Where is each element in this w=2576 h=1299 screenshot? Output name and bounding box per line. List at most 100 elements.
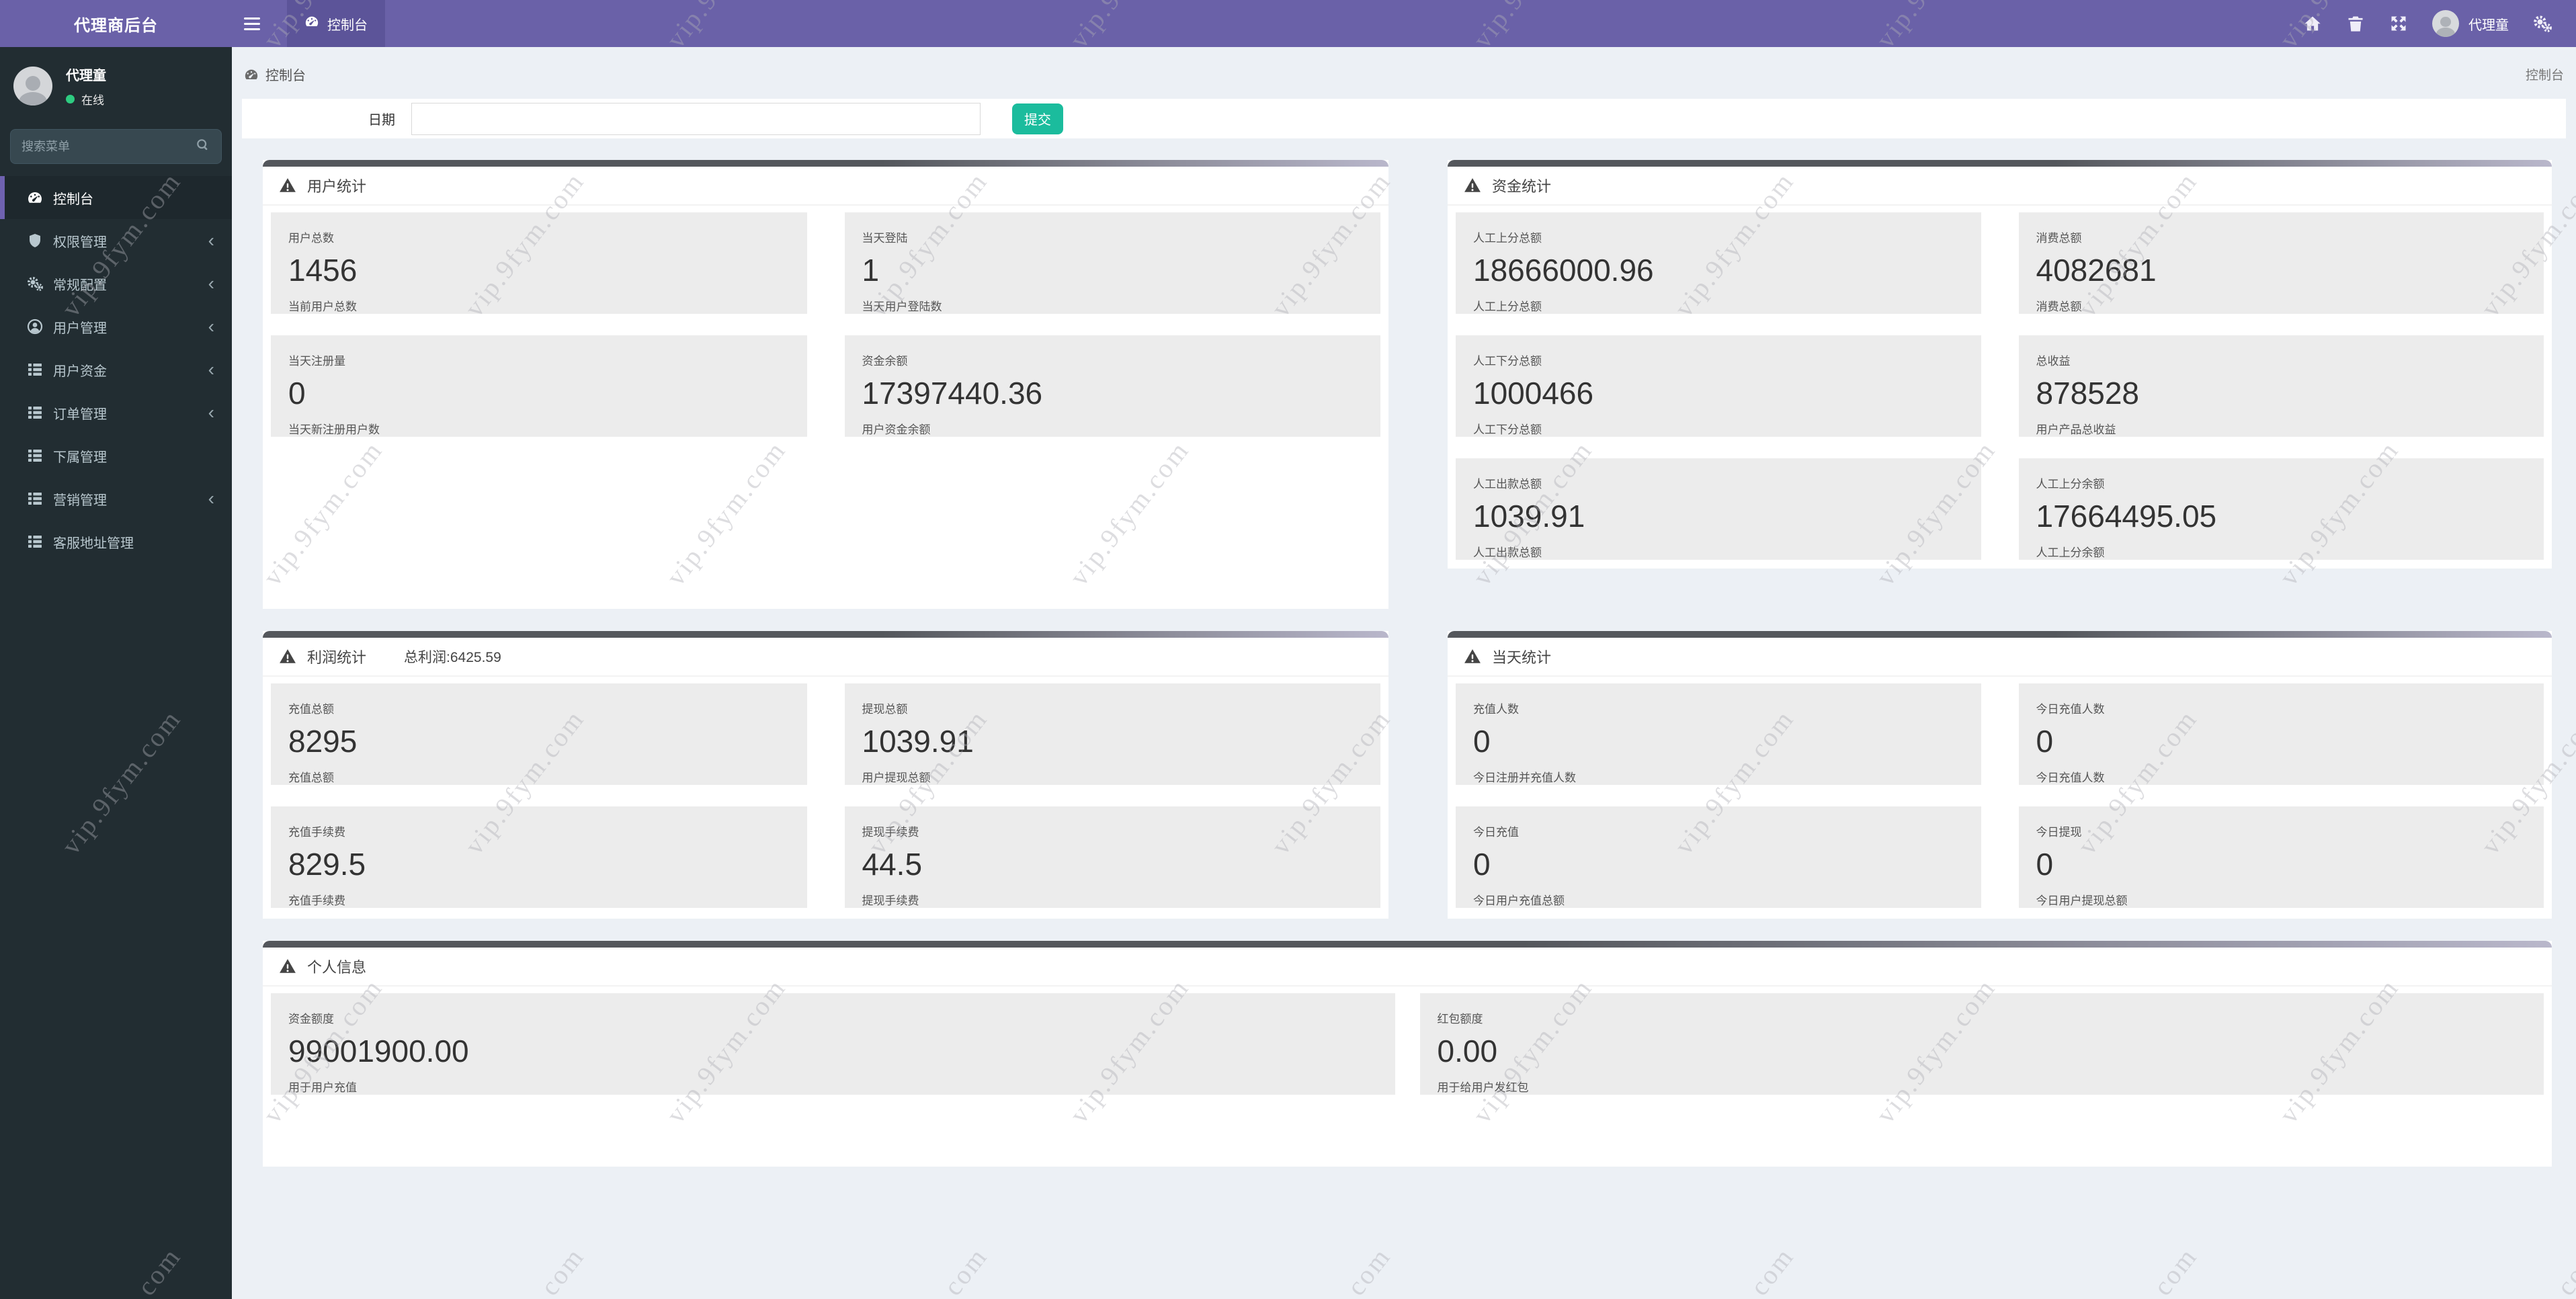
sidebar-user-panel: 代理童 在线	[0, 47, 232, 120]
home-icon	[2304, 16, 2321, 31]
sidebar-item-dashboard[interactable]: 控制台	[0, 176, 232, 219]
stat-card: 用户总数 1456 当前用户总数	[271, 212, 807, 314]
sidebar-item-label: 订单管理	[53, 407, 107, 422]
stat-card-sublabel: 用于用户充值	[288, 1081, 357, 1094]
sidebar-item-label: 用户资金	[53, 364, 107, 379]
stat-card-label: 资金额度	[288, 1013, 334, 1025]
stat-card: 人工上分总额 18666000.96 人工上分总额	[1456, 212, 1981, 314]
panel-profit-stats: 利润统计 总利润:6425.59 充值总额 8295 充值总额 提现总额 1039.91…	[263, 631, 1388, 919]
stat-card: 今日充值 0 今日用户充值总额	[1456, 806, 1981, 908]
stat-card-sublabel: 当前用户总数	[288, 300, 357, 313]
panel-title: 当天统计	[1492, 649, 1552, 666]
shield-icon	[26, 232, 44, 249]
sidebar-item-permissions[interactable]: 权限管理 ‹	[0, 219, 232, 262]
stat-card-sublabel: 今日用户提现总额	[2036, 894, 2128, 907]
stat-card: 资金额度 99001900.00 用于用户充值	[271, 993, 1395, 1095]
sidebar-menu: 控制台 权限管理 ‹ 常规配置 ‹ 用户管理 ‹ 用户资金 ‹ 订单管理 ‹ 下…	[0, 176, 232, 563]
stat-card-value: 8295	[288, 724, 358, 759]
sidebar-item-user-funds[interactable]: 用户资金 ‹	[0, 348, 232, 391]
warning-icon	[1464, 177, 1481, 194]
fullscreen-button[interactable]	[2377, 0, 2420, 47]
dashboard-icon	[26, 189, 44, 206]
stat-card: 总收益 878528 用户产品总收益	[2018, 335, 2544, 437]
sidebar-item-user-management[interactable]: 用户管理 ‹	[0, 305, 232, 348]
stat-card-value: 0	[2036, 724, 2054, 759]
stat-card-value: 1000466	[1473, 376, 1594, 411]
stat-card-label: 人工下分总额	[1473, 355, 1542, 368]
date-input[interactable]	[411, 102, 981, 135]
stat-card-value: 44.5	[862, 847, 923, 882]
stat-card-label: 提现总额	[862, 703, 908, 716]
stat-card-sublabel: 用户产品总收益	[2036, 423, 2116, 436]
stat-card: 今日提现 0 今日用户提现总额	[2018, 806, 2544, 908]
nav-username: 代理童	[2468, 17, 2509, 33]
sidebar-item-order-management[interactable]: 订单管理 ‹	[0, 391, 232, 434]
stat-card-value: 1	[862, 253, 880, 288]
stat-card: 充值手续费 829.5 充值手续费	[271, 806, 807, 908]
stat-card-label: 充值总额	[288, 703, 334, 716]
stat-card-label: 红包额度	[1437, 1013, 1483, 1025]
chevron-left-icon: ‹	[208, 230, 214, 251]
stat-card-value: 0.00	[1437, 1034, 1498, 1068]
list-icon	[26, 533, 44, 550]
stat-card: 提现总额 1039.91 用户提现总额	[844, 683, 1380, 785]
breadcrumb: 控制台	[244, 65, 306, 84]
settings-button[interactable]	[2521, 0, 2564, 47]
dashboard-icon	[245, 69, 258, 79]
avatar	[2432, 10, 2459, 37]
profile-name: 代理童	[66, 69, 106, 83]
stat-card-value: 18666000.96	[1473, 253, 1654, 288]
stat-card: 人工下分总额 1000466 人工下分总额	[1456, 335, 1981, 437]
chevron-left-icon: ‹	[208, 273, 214, 294]
search-input[interactable]	[22, 139, 196, 154]
chevron-left-icon: ‹	[208, 402, 214, 423]
gears-icon	[2533, 14, 2552, 33]
stat-card-sublabel: 充值总额	[288, 771, 334, 784]
sidebar-item-subordinate-management[interactable]: 下属管理	[0, 434, 232, 477]
stat-card: 消费总额 4082681 消费总额	[2018, 212, 2544, 314]
stat-card-sublabel: 当天用户登陆数	[862, 300, 942, 313]
stat-card: 当天登陆 1 当天用户登陆数	[844, 212, 1380, 314]
panel-title: 个人信息	[307, 959, 367, 976]
stat-card: 当天注册量 0 当天新注册用户数	[271, 335, 807, 437]
list-icon	[26, 404, 44, 421]
stat-card: 充值人数 0 今日注册并充值人数	[1456, 683, 1981, 785]
warning-icon	[279, 177, 296, 194]
gears-icon	[26, 275, 44, 292]
date-label: 日期	[368, 113, 395, 128]
stat-card-value: 0	[1473, 847, 1491, 882]
sidebar-item-marketing-management[interactable]: 营销管理 ‹	[0, 477, 232, 520]
panel-user-stats: 用户统计 用户总数 1456 当前用户总数 当天登陆 1 当天用户登陆数 当天注册量 0 当天新…	[263, 160, 1388, 609]
stat-card-sublabel: 人工出款总额	[1473, 546, 1542, 559]
panel-accent-bar	[263, 631, 1388, 638]
stat-card-value: 1039.91	[1473, 499, 1585, 534]
panel-accent-bar	[263, 160, 1388, 167]
warning-icon	[1464, 648, 1481, 665]
stat-card-label: 今日提现	[2036, 826, 2082, 839]
stat-card: 人工出款总额 1039.91 人工出款总额	[1456, 458, 1981, 560]
hamburger-icon[interactable]	[232, 0, 272, 47]
tab-dashboard[interactable]: 控制台	[287, 0, 385, 47]
search-icon[interactable]	[196, 138, 210, 156]
online-status-icon	[66, 95, 75, 103]
stat-card-value: 0	[1473, 724, 1491, 759]
panel-title: 用户统计	[307, 178, 367, 195]
stat-card-value: 17397440.36	[862, 376, 1043, 411]
sidebar-item-label: 用户管理	[53, 321, 107, 336]
stat-card-sublabel: 今日充值人数	[2036, 771, 2105, 784]
sidebar-item-service-address[interactable]: 客服地址管理	[0, 520, 232, 563]
stat-card-sublabel: 人工上分总额	[1473, 300, 1542, 313]
user-menu[interactable]: 代理童	[2420, 10, 2521, 37]
clear-cache-button[interactable]	[2334, 0, 2377, 47]
stat-card-sublabel: 用户资金余额	[862, 423, 931, 436]
chevron-left-icon: ‹	[208, 359, 214, 380]
chevron-left-icon: ‹	[208, 316, 214, 337]
submit-button[interactable]: 提交	[1012, 103, 1063, 134]
stat-card: 提现手续费 44.5 提现手续费	[844, 806, 1380, 908]
home-button[interactable]	[2291, 0, 2334, 47]
sidebar-item-general-config[interactable]: 常规配置 ‹	[0, 262, 232, 305]
breadcrumb-right: 控制台	[2525, 69, 2564, 83]
stat-card-label: 当天注册量	[288, 355, 345, 368]
stat-card-value: 878528	[2036, 376, 2140, 411]
avatar	[13, 67, 52, 106]
